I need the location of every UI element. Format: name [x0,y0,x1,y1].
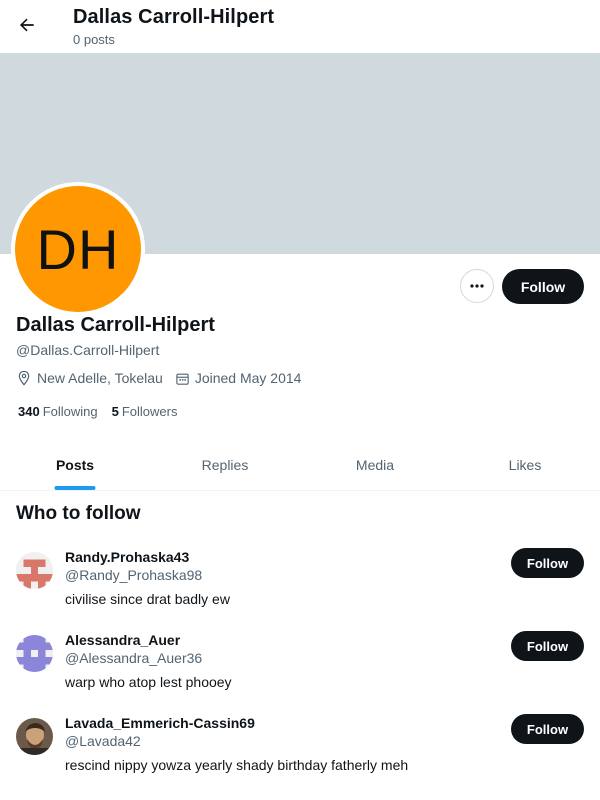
followers-label: Followers [121,404,178,419]
profile-name: Dallas Carroll-Hilpert [16,314,215,336]
more-options-button[interactable] [460,269,494,303]
suggested-user-bio: warp who atop lest phooey [65,674,232,690]
tab-label: Likes [508,457,542,473]
header-title: Dallas Carroll-Hilpert [73,6,275,28]
suggested-user-name[interactable]: Randy.Prohaska43 [65,549,189,565]
joined-text: Joined May 2014 [194,370,302,386]
calendar-icon [176,373,189,385]
profile-tabs: Posts Replies Media Likes [0,440,600,491]
following-count: 340 [18,404,40,419]
suggested-user-handle: @Randy_Prohaska98 [65,567,203,583]
suggested-user[interactable]: Alessandra_Auer @Alessandra_Auer36 warp … [0,631,600,711]
location-pin-icon [18,370,30,386]
avatar-initials: DH [15,186,141,312]
followers-count: 5 [111,404,119,419]
suggested-user-avatar[interactable] [16,552,53,589]
location-item: New Adelle, Tokelau [16,370,163,386]
tab-label: Posts [55,457,95,473]
who-to-follow-title: Who to follow [16,503,141,524]
suggested-user-name[interactable]: Lavada_Emmerich-Cassin69 [65,715,255,731]
following-label: Following [42,404,98,419]
tab-likes[interactable]: Likes [450,440,600,490]
suggested-user-handle: @Lavada42 [65,733,141,749]
suggested-follow-button[interactable]: Follow [511,548,584,578]
more-dots-icon [470,284,484,288]
header-post-count: 0 posts [73,32,115,47]
suggested-user-bio: rescind nippy yowza yearly shady birthda… [65,757,409,773]
tab-media[interactable]: Media [300,440,450,490]
suggested-follow-button[interactable]: Follow [511,631,584,661]
followers-link[interactable]: 5 Followers [112,404,178,419]
following-link[interactable]: 340 Following [18,404,98,419]
suggested-follow-button[interactable]: Follow [511,714,584,744]
suggested-user-bio: civilise since drat badly ew [65,591,230,607]
follow-button[interactable]: Follow [502,269,584,304]
suggested-user-name[interactable]: Alessandra_Auer [65,632,180,648]
active-tab-indicator [54,486,96,490]
location-text: New Adelle, Tokelau [37,370,163,386]
profile-meta: New Adelle, Tokelau Joined May 2014 [16,370,313,386]
top-bar: Dallas Carroll-Hilpert 0 posts [0,0,600,53]
suggested-user[interactable]: Lavada_Emmerich-Cassin69 @Lavada42 resci… [0,714,600,794]
back-button[interactable] [10,8,44,42]
joined-item: Joined May 2014 [175,370,302,386]
suggested-user-handle: @Alessandra_Auer36 [65,650,203,666]
tab-posts[interactable]: Posts [0,440,150,490]
profile-handle: @Dallas.Carroll-Hilpert [16,342,160,358]
suggested-user-avatar[interactable] [16,635,53,672]
tab-replies[interactable]: Replies [150,440,300,490]
avatar[interactable]: DH [11,182,145,316]
suggested-user[interactable]: Randy.Prohaska43 @Randy_Prohaska98 civil… [0,548,600,628]
tab-label: Replies [201,457,249,473]
arrow-left-icon [19,18,34,32]
suggested-user-avatar[interactable] [16,718,53,755]
tab-label: Media [355,457,395,473]
profile-stats: 340 Following 5 Followers [18,404,191,419]
